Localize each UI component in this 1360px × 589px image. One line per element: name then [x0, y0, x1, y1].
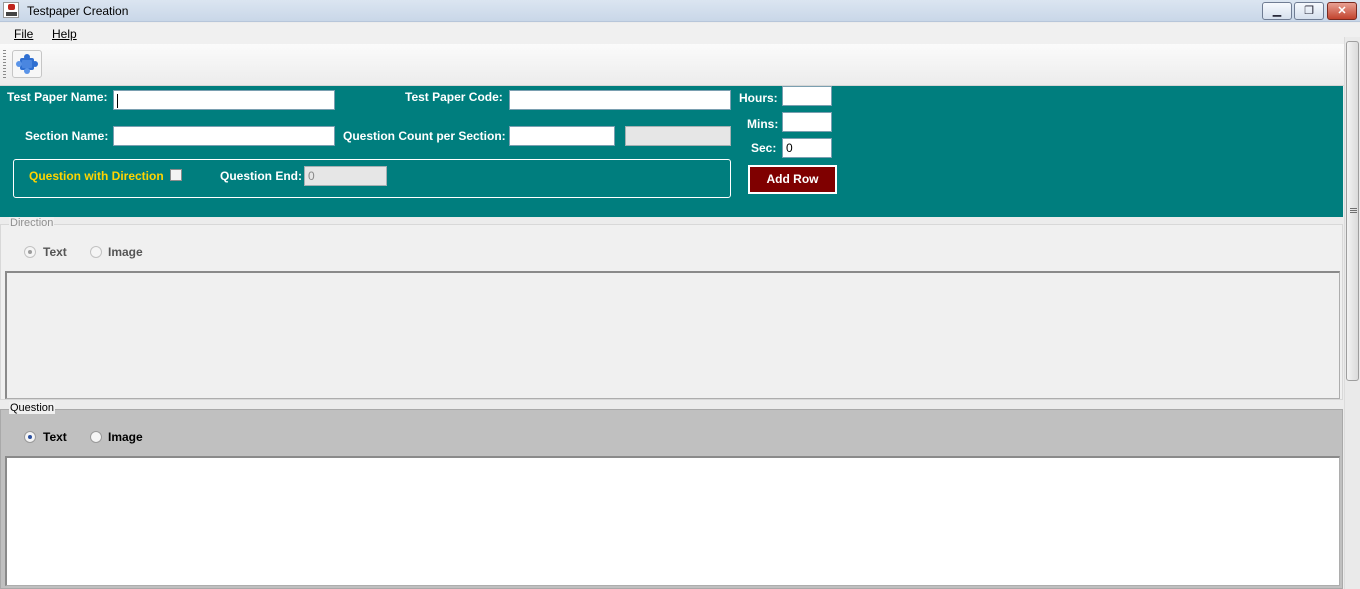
question-with-direction-checkbox[interactable] — [170, 169, 182, 181]
question-legend: Question — [9, 402, 56, 414]
minimize-button[interactable]: ▁ — [1262, 2, 1292, 20]
question-text-label: Text — [43, 430, 67, 444]
menu-bar: File Help — [0, 23, 1360, 44]
question-count-extra-input — [625, 126, 731, 146]
question-image-label: Image — [108, 430, 143, 444]
section-name-label: Section Name: — [25, 129, 109, 143]
test-paper-code-label: Test Paper Code: — [405, 90, 503, 104]
title-bar: Testpaper Creation ▁ ❐ ✕ — [0, 0, 1360, 22]
close-button[interactable]: ✕ — [1327, 2, 1357, 20]
text-caret — [117, 93, 118, 108]
hours-label: Hours: — [739, 91, 778, 105]
test-paper-code-input[interactable] — [509, 90, 731, 110]
sec-input[interactable]: 0 — [782, 138, 832, 158]
direction-legend: Direction — [9, 217, 55, 229]
scrollbar-thumb[interactable] — [1346, 41, 1359, 381]
scrollbar-grip — [1350, 208, 1357, 214]
app-icon — [3, 2, 19, 18]
question-image-radio[interactable] — [90, 431, 102, 443]
sec-value: 0 — [786, 141, 793, 155]
direction-text-radio — [24, 246, 36, 258]
question-group: Question Text Image — [0, 402, 1343, 589]
toolbar-grip[interactable] — [3, 50, 6, 80]
mins-label: Mins: — [747, 117, 779, 131]
hours-input[interactable] — [782, 86, 832, 106]
question-count-label: Question Count per Section: — [343, 129, 506, 143]
sec-label: Sec: — [751, 141, 777, 155]
mins-input[interactable] — [782, 112, 832, 132]
question-end-label: Question End: — [220, 169, 302, 183]
menu-help-label: Help — [52, 27, 77, 41]
direction-text-area — [5, 271, 1340, 399]
restore-button[interactable]: ❐ — [1294, 2, 1324, 20]
question-text-radio[interactable] — [24, 431, 36, 443]
vertical-scrollbar[interactable] — [1344, 37, 1360, 589]
section-name-input[interactable] — [113, 126, 335, 146]
question-with-direction-label: Question with Direction — [29, 169, 164, 183]
test-paper-form: Test Paper Name: Test Paper Code: Hours:… — [0, 86, 1343, 217]
test-paper-name-input[interactable] — [113, 90, 335, 110]
direction-image-radio — [90, 246, 102, 258]
question-end-value: 0 — [308, 169, 315, 183]
question-text-area[interactable] — [5, 456, 1340, 586]
direction-group: Direction Text Image — [0, 217, 1343, 400]
add-row-button[interactable]: Add Row — [748, 165, 837, 194]
direction-text-label: Text — [43, 245, 67, 259]
window-title: Testpaper Creation — [27, 4, 129, 18]
menu-file[interactable]: File — [14, 27, 33, 41]
test-paper-name-label: Test Paper Name: — [7, 90, 108, 104]
puzzle-icon — [16, 54, 38, 74]
direction-image-label: Image — [108, 245, 143, 259]
question-end-input: 0 — [304, 166, 387, 186]
menu-help[interactable]: Help — [52, 27, 77, 41]
toolbar — [0, 44, 1344, 86]
question-count-input[interactable] — [509, 126, 615, 146]
add-module-button[interactable] — [12, 50, 42, 78]
menu-file-label: File — [14, 27, 34, 41]
